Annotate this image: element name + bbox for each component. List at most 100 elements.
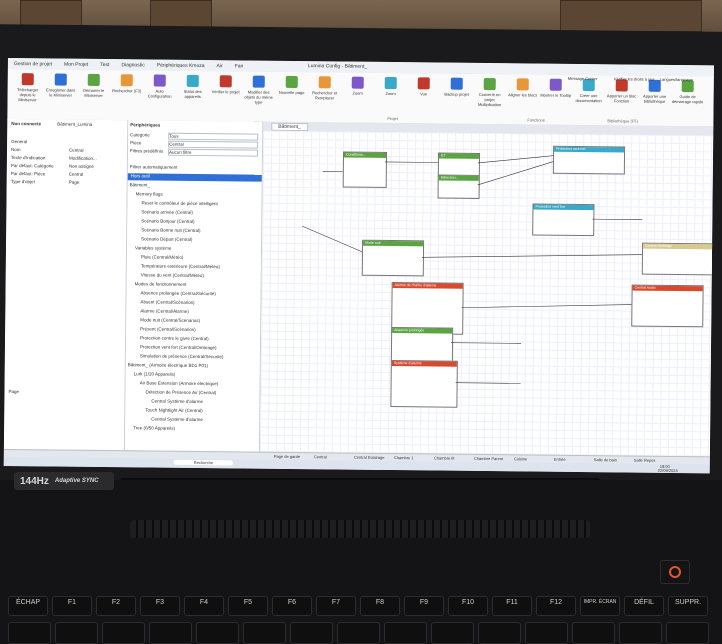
logic-canvas[interactable]: Conditions... ET Détection... Protection ve… — [259, 130, 714, 456]
keyboard-key[interactable] — [337, 622, 380, 644]
property-value[interactable]: Modification... — [69, 156, 97, 161]
keyboard-key[interactable]: F10 — [448, 596, 488, 616]
page-tab[interactable]: Page de garde — [274, 454, 300, 459]
keyboard-key[interactable]: F5 — [228, 596, 268, 616]
logic-block[interactable]: Central Audio — [631, 284, 704, 328]
keyboard-key[interactable] — [619, 622, 662, 644]
page-tab[interactable]: Entrée — [554, 457, 566, 462]
tree-item[interactable]: Lurk (1/20 Appareils) — [134, 371, 176, 376]
keyboard-key[interactable]: F2 — [96, 596, 136, 616]
logic-block[interactable]: Protection vent fort — [552, 145, 626, 175]
tree-item[interactable]: Détection de Présence Air (Central) — [145, 389, 216, 395]
ribbon-link[interactable]: Message Center — [568, 76, 597, 81]
property-value[interactable]: Page — [69, 180, 80, 185]
ribbon-link[interactable]: Langues/language — [660, 77, 693, 82]
ribbon-button[interactable]: Aligner les blocs — [507, 78, 539, 98]
filter-select[interactable]: Tous — [168, 132, 259, 141]
ribbon-button[interactable]: Vérifier le projet — [210, 75, 242, 94]
tree-item[interactable]: Protection vent fort (Central/Ombrage) — [140, 344, 217, 350]
keyboard-key[interactable] — [572, 622, 615, 644]
ribbon-button[interactable]: Apporter une bibliothèque — [639, 79, 671, 104]
ribbon-button[interactable]: Créer une documentation — [573, 79, 605, 103]
keyboard-key[interactable] — [431, 622, 474, 644]
ribbon-button[interactable]: Montrer le Tooltip — [540, 78, 572, 98]
keyboard-key[interactable] — [55, 622, 98, 644]
page-tab[interactable]: Chambre lit — [434, 455, 455, 460]
logic-block[interactable]: Mode nuit — [361, 239, 425, 277]
page-tab[interactable]: Central Eclairage — [354, 455, 385, 460]
ribbon-button[interactable]: Convertir en projet Multiplication — [474, 77, 506, 107]
tree-item[interactable]: Touch Nightlight Air (Central) — [145, 407, 202, 413]
keyboard-key[interactable] — [149, 622, 192, 644]
menu-item[interactable]: Gestion de projet — [14, 61, 52, 67]
page-tab[interactable]: Cuisine — [514, 456, 527, 461]
ribbon-button[interactable]: Auto Configuration — [144, 74, 176, 99]
property-value[interactable]: Non assigné — [69, 164, 94, 169]
taskbar-search[interactable]: Recherche — [173, 459, 234, 466]
tree-item[interactable]: Variables système — [135, 245, 171, 250]
power-button[interactable] — [660, 560, 690, 584]
property-value[interactable]: Central — [69, 172, 84, 177]
ribbon-button[interactable]: Enregistrer dans le Miniserver — [45, 73, 77, 98]
keyboard-key[interactable]: F7 — [316, 596, 356, 616]
logic-block[interactable]: Absence prolongée — [390, 327, 454, 364]
logic-block[interactable]: Détection... — [437, 174, 480, 199]
tree-item[interactable]: Central Système d'alarme — [151, 417, 203, 423]
tree-item[interactable]: Scénario Bonne nuit (Central) — [141, 227, 200, 233]
keyboard-key[interactable] — [243, 622, 286, 644]
tree-selected-row[interactable]: Hors outil — [127, 173, 262, 182]
logic-block[interactable]: Système d'alarme — [390, 360, 458, 408]
autofilter-checkbox[interactable]: Filtrer automatiquement — [130, 164, 178, 169]
ribbon-button[interactable]: Démarrer le Miniserver — [78, 73, 110, 98]
keyboard-key[interactable]: DÉFIL — [624, 596, 664, 616]
menu-item[interactable]: Fan — [235, 63, 244, 69]
tree-item[interactable]: Modes de fonctionnement — [135, 281, 187, 287]
property-value[interactable]: Central — [69, 148, 84, 153]
tree-item[interactable]: Vitesse du vent (Central/Météo) — [141, 272, 204, 278]
keyboard-key[interactable]: SUPPR. — [668, 596, 708, 616]
tree-item[interactable]: Tree (0/50 Appareils) — [133, 425, 175, 430]
tree-item[interactable]: Pluie (Central/Météo) — [141, 254, 184, 259]
ribbon-button[interactable]: Zoom — [342, 76, 374, 96]
tree-item[interactable]: Alarme (Central/Alarme) — [140, 308, 189, 314]
tree-item[interactable]: Air Base Extension (Armoire électrique) — [140, 380, 219, 386]
logic-block[interactable]: Central Ombrage — [641, 242, 714, 276]
tree-item[interactable]: Scénario Bonjour (Central) — [141, 218, 194, 224]
ribbon-button[interactable]: Vue — [408, 77, 440, 96]
ribbon-button[interactable]: Backup projet — [441, 77, 473, 97]
ribbon-button[interactable]: Télécharger depuis le Miniserver — [12, 73, 44, 102]
tree-item[interactable]: Protection contre le givre (Central) — [140, 335, 209, 341]
keyboard-key[interactable] — [666, 622, 709, 644]
ribbon-button[interactable]: Rechercher (F3) — [111, 74, 143, 93]
keyboard-key[interactable] — [8, 622, 51, 644]
keyboard-key[interactable] — [525, 622, 568, 644]
ribbon-button[interactable]: Nouvelle page — [276, 75, 308, 95]
logic-block[interactable]: Protection vent fort — [532, 203, 595, 237]
keyboard-key[interactable] — [384, 622, 427, 644]
page-tab[interactable]: Salle de bain — [594, 457, 617, 462]
keyboard-key[interactable]: F6 — [272, 596, 312, 616]
tree-item[interactable]: Absence prolongée (Central/Sécurité) — [141, 290, 216, 296]
menu-item[interactable]: Test — [100, 61, 109, 67]
keyboard-key[interactable] — [478, 622, 521, 644]
tree-item[interactable]: Scénario Départ (Central) — [141, 236, 192, 242]
keyboard-key[interactable]: F11 — [492, 596, 532, 616]
keyboard-key[interactable] — [196, 622, 239, 644]
tree-item[interactable]: Memory flags — [136, 191, 163, 196]
ribbon-button[interactable]: Guide de démarrage rapide — [672, 80, 704, 104]
keyboard-key[interactable]: F9 — [404, 596, 444, 616]
keyboard-key[interactable]: IMPR. ÉCRAN — [580, 596, 620, 616]
tree-item[interactable]: Mode nuit (Central/Scénarios) — [140, 317, 200, 323]
menu-item[interactable]: Diagnostic — [121, 62, 144, 68]
keyboard-key[interactable]: F12 — [536, 596, 576, 616]
ribbon-button[interactable]: Apporter un bloc Fonction — [606, 79, 638, 104]
page-tab[interactable]: Central — [314, 454, 327, 459]
ribbon-button[interactable]: Modifier des objets du même type — [243, 75, 275, 105]
tree-item[interactable]: Simulation de présence (Central/Sécurité… — [140, 353, 224, 359]
keyboard-key[interactable] — [290, 622, 333, 644]
page-tab[interactable]: Salle Repos — [634, 458, 656, 463]
tree-item[interactable]: Bâtiment_ — [130, 182, 150, 187]
filter-select[interactable]: Aucun filtre — [167, 148, 259, 157]
ribbon-button[interactable]: Statut des appareils — [177, 74, 209, 99]
tree-item[interactable]: Présent (Central/Scénarios) — [140, 326, 196, 332]
